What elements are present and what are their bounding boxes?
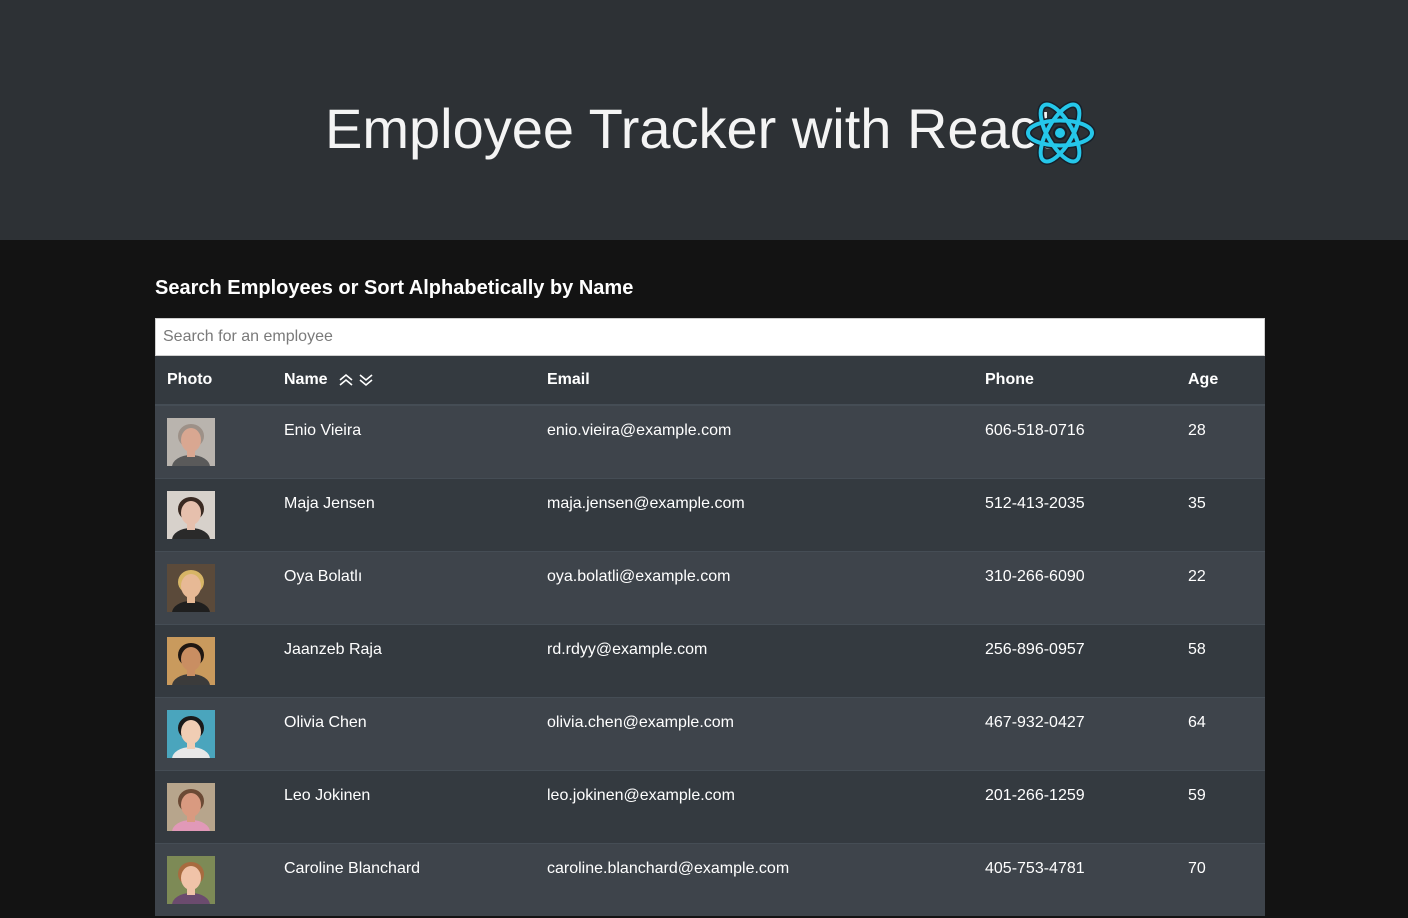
phone-cell: 467-932-0427 <box>973 696 1176 770</box>
table-row: Olivia Chen olivia.chen@example.com 467-… <box>155 696 1265 770</box>
avatar <box>167 418 215 466</box>
email-cell: olivia.chen@example.com <box>535 696 973 770</box>
phone-cell: 606-518-0716 <box>973 404 1176 478</box>
react-logo-icon <box>1024 101 1096 165</box>
avatar <box>167 782 215 831</box>
phone-cell: 512-413-2035 <box>973 477 1176 551</box>
avatar <box>167 636 215 685</box>
employee-table-container: Photo Name Email Phone Age Enio Vieira e… <box>155 356 1265 916</box>
sort-controls <box>338 371 374 389</box>
name-cell: Caroline Blanchard <box>272 842 535 916</box>
column-header-email: Email <box>535 356 973 406</box>
name-cell: Oya Bolatlı <box>272 550 535 624</box>
email-cell: leo.jokinen@example.com <box>535 769 973 843</box>
avatar <box>167 563 215 612</box>
name-cell: Leo Jokinen <box>272 769 535 843</box>
age-cell: 22 <box>1176 550 1265 624</box>
name-cell: Maja Jensen <box>272 477 535 551</box>
photo-cell <box>155 404 272 478</box>
photo-cell <box>155 696 272 770</box>
email-cell: caroline.blanchard@example.com <box>535 842 973 916</box>
age-cell: 35 <box>1176 477 1265 551</box>
table-header-row: Photo Name Email Phone Age <box>155 356 1265 406</box>
page-title: Employee Tracker with React <box>325 97 1054 160</box>
email-cell: maja.jensen@example.com <box>535 477 973 551</box>
age-cell: 59 <box>1176 769 1265 843</box>
phone-cell: 405-753-4781 <box>973 842 1176 916</box>
table-row: Leo Jokinen leo.jokinen@example.com 201-… <box>155 769 1265 843</box>
age-cell: 70 <box>1176 842 1265 916</box>
photo-cell <box>155 550 272 624</box>
phone-cell: 310-266-6090 <box>973 550 1176 624</box>
table-row: Maja Jensen maja.jensen@example.com 512-… <box>155 477 1265 551</box>
avatar <box>167 490 215 539</box>
sort-ascending-icon[interactable] <box>338 373 354 387</box>
email-cell: oya.bolatli@example.com <box>535 550 973 624</box>
column-header-name: Name <box>284 371 328 389</box>
sort-descending-icon[interactable] <box>358 373 374 387</box>
photo-cell <box>155 623 272 697</box>
column-header-photo: Photo <box>155 356 272 406</box>
column-header-age: Age <box>1176 356 1265 406</box>
table-row: Oya Bolatlı oya.bolatli@example.com 310-… <box>155 550 1265 624</box>
page-header: Employee Tracker with React <box>0 0 1408 240</box>
employee-table: Photo Name Email Phone Age Enio Vieira e… <box>155 356 1265 916</box>
photo-cell <box>155 477 272 551</box>
name-cell: Olivia Chen <box>272 696 535 770</box>
avatar <box>167 855 215 904</box>
table-row: Caroline Blanchard caroline.blanchard@ex… <box>155 842 1265 916</box>
age-cell: 64 <box>1176 696 1265 770</box>
email-cell: enio.vieira@example.com <box>535 404 973 478</box>
phone-cell: 256-896-0957 <box>973 623 1176 697</box>
name-cell: Jaanzeb Raja <box>272 623 535 697</box>
table-row: Enio Vieira enio.vieira@example.com 606-… <box>155 404 1265 478</box>
search-heading: Search Employees or Sort Alphabetically … <box>155 277 634 299</box>
name-cell: Enio Vieira <box>272 404 535 478</box>
age-cell: 58 <box>1176 623 1265 697</box>
photo-cell <box>155 842 272 916</box>
photo-cell <box>155 769 272 843</box>
age-cell: 28 <box>1176 404 1265 478</box>
email-cell: rd.rdyy@example.com <box>535 623 973 697</box>
phone-cell: 201-266-1259 <box>973 769 1176 843</box>
column-header-phone: Phone <box>973 356 1176 406</box>
table-body: Enio Vieira enio.vieira@example.com 606-… <box>155 404 1265 916</box>
search-input[interactable] <box>155 318 1265 356</box>
avatar <box>167 709 215 758</box>
table-row: Jaanzeb Raja rd.rdyy@example.com 256-896… <box>155 623 1265 697</box>
column-header-name-cell: Name <box>272 356 535 406</box>
